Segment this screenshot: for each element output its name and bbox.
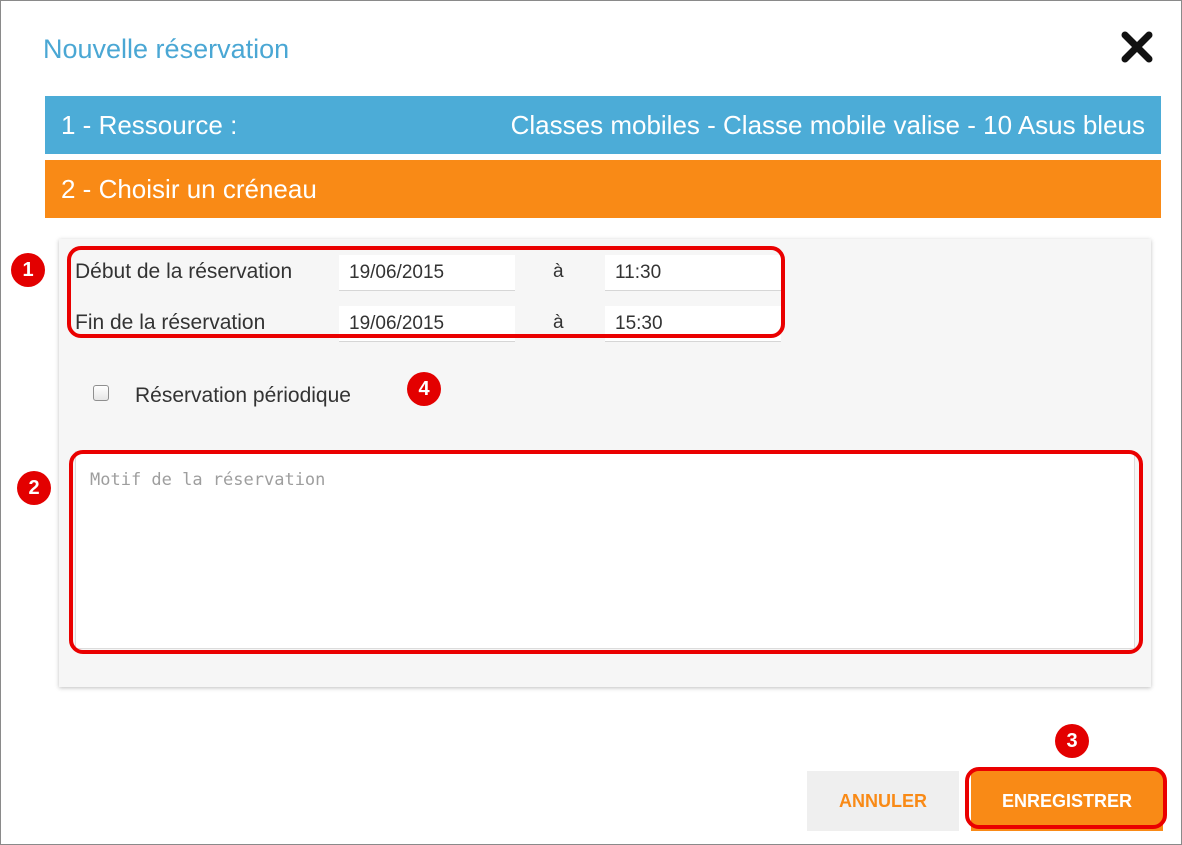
step-slot-label: 2 - Choisir un créneau <box>61 173 317 204</box>
cancel-button[interactable]: ANNULER <box>807 771 959 831</box>
step-slot-bar[interactable]: 2 - Choisir un créneau <box>45 160 1161 218</box>
dialog-title: Nouvelle réservation <box>43 34 290 64</box>
annotation-frame-dates <box>67 246 785 338</box>
annotation-badge-1: 1 <box>11 253 45 287</box>
periodic-checkbox[interactable] <box>93 385 109 401</box>
step-resource-label: 1 - Ressource : <box>61 109 238 140</box>
annotation-badge-4: 4 <box>407 372 441 406</box>
annotation-frame-reason <box>69 450 1143 654</box>
annotation-badge-3: 3 <box>1055 724 1089 758</box>
step-resource-bar[interactable]: 1 - Ressource : Classes mobiles - Classe… <box>45 96 1161 154</box>
step-resource-value: Classes mobiles - Classe mobile valise -… <box>510 109 1145 140</box>
reservation-dialog: Nouvelle réservation 1 - Ressource : Cla… <box>0 0 1182 845</box>
annotation-badge-2: 2 <box>17 471 51 505</box>
annotation-frame-save <box>965 767 1167 829</box>
close-icon[interactable] <box>1117 27 1157 67</box>
periodic-label[interactable]: Réservation périodique <box>135 384 351 408</box>
